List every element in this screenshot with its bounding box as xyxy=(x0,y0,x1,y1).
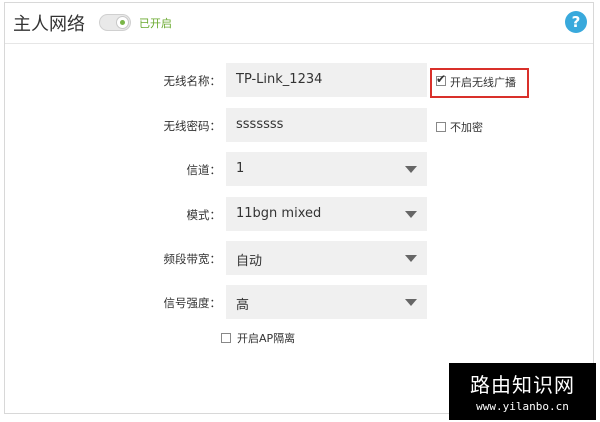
password-value: sssssss xyxy=(236,117,284,132)
wireless-settings-panel: 主人网络 已开启 ? 无线名称： TP-Link_1234 ✔ 开启无线广播 无… xyxy=(4,2,594,414)
password-label: 无线密码： xyxy=(163,119,222,133)
bandwidth-select[interactable]: 自动 xyxy=(226,241,427,275)
signal-value: 高 xyxy=(236,298,250,313)
highlight-box xyxy=(430,68,529,98)
toggle-knob xyxy=(116,16,129,29)
ssid-input[interactable]: TP-Link_1234 xyxy=(226,63,427,97)
watermark-title: 路由知识网 xyxy=(470,373,575,397)
no-encrypt-checkbox[interactable] xyxy=(436,122,446,132)
channel-value: 1 xyxy=(236,161,245,176)
ssid-label: 无线名称： xyxy=(163,74,222,88)
watermark: 路由知识网 www.yilanbo.cn xyxy=(449,363,596,420)
ssid-value: TP-Link_1234 xyxy=(236,72,323,87)
status-text: 已开启 xyxy=(139,17,172,30)
ap-isolation-label: 开启AP隔离 xyxy=(237,332,296,345)
signal-select[interactable]: 高 xyxy=(226,285,427,319)
chevron-down-icon xyxy=(405,166,417,173)
watermark-url: www.yilanbo.cn xyxy=(476,400,569,413)
page-title: 主人网络 xyxy=(13,14,85,35)
channel-select[interactable]: 1 xyxy=(226,152,427,186)
channel-label: 信道： xyxy=(186,163,222,177)
ap-isolation-checkbox[interactable] xyxy=(221,333,231,343)
signal-label: 信号强度： xyxy=(163,296,222,310)
chevron-down-icon xyxy=(405,299,417,306)
mode-value: 11bgn mixed xyxy=(236,206,322,221)
network-toggle[interactable] xyxy=(99,14,131,31)
panel-header: 主人网络 已开启 ? xyxy=(5,3,593,44)
no-encrypt-label: 不加密 xyxy=(450,121,483,134)
help-icon[interactable]: ? xyxy=(565,11,587,33)
chevron-down-icon xyxy=(405,211,417,218)
password-input[interactable]: sssssss xyxy=(226,108,427,142)
chevron-down-icon xyxy=(405,255,417,262)
bandwidth-value: 自动 xyxy=(236,254,263,269)
mode-select[interactable]: 11bgn mixed xyxy=(226,197,427,231)
mode-label: 模式： xyxy=(186,208,222,222)
bandwidth-label: 频段带宽： xyxy=(163,252,222,266)
